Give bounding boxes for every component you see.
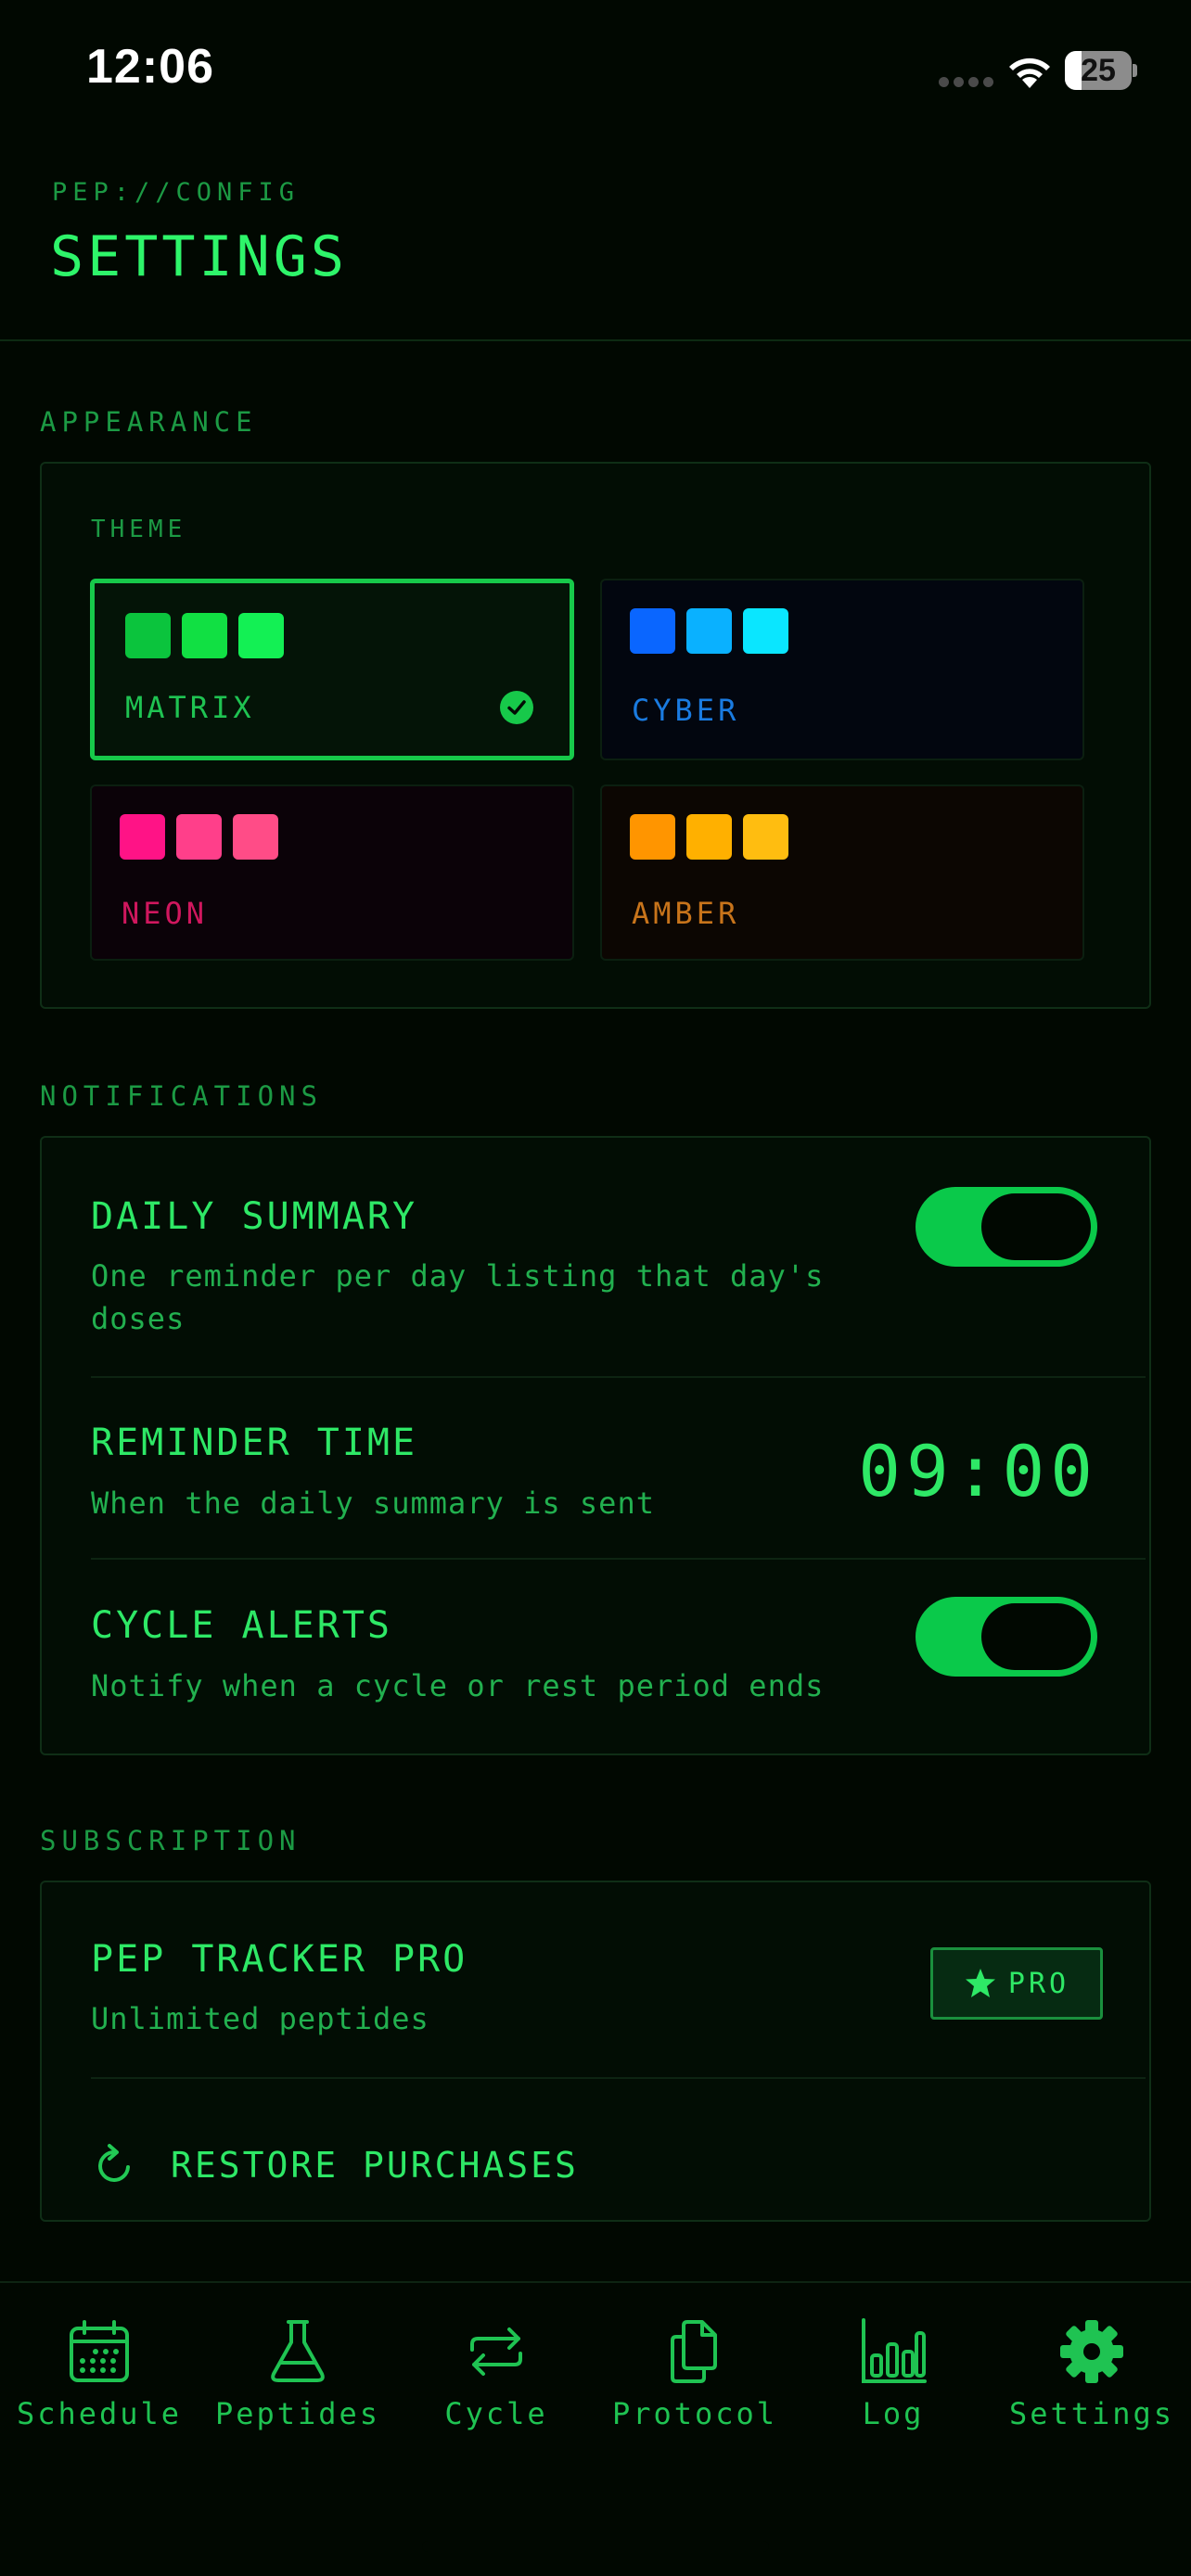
restore-purchases-label: RESTORE PURCHASES: [171, 2145, 579, 2186]
plan-title: PEP TRACKER PRO: [91, 1938, 468, 1981]
checkmark-icon: [500, 691, 533, 724]
swatch: [233, 814, 278, 860]
page-title: SETTINGS: [50, 224, 348, 289]
tab-label: Cycle: [444, 2396, 548, 2431]
tab-cycle[interactable]: Cycle: [397, 2316, 596, 2431]
cellular-signal-icon: [939, 77, 993, 87]
swatch: [176, 814, 222, 860]
divider: [91, 2077, 1146, 2079]
swatch: [630, 814, 675, 860]
theme-name: MATRIX: [125, 690, 255, 725]
theme-option-matrix[interactable]: MATRIX: [90, 579, 574, 760]
tab-protocol[interactable]: Protocol: [596, 2316, 794, 2431]
swatch: [743, 814, 788, 860]
bar-chart-icon: [862, 2318, 927, 2383]
page-header: PEP://CONFIG SETTINGS: [0, 139, 1191, 341]
toggle-knob: [981, 1603, 1091, 1670]
swatch: [120, 814, 165, 860]
theme-swatches: [630, 608, 788, 654]
theme-option-neon[interactable]: NEON: [90, 784, 574, 961]
theme-name: AMBER: [632, 896, 740, 931]
settings-screen: 12:06 25 PEP://CONFIG SETTINGS APPEARANC…: [0, 0, 1191, 2576]
wifi-icon: [1009, 57, 1050, 88]
swatch: [686, 814, 732, 860]
swatch: [238, 613, 284, 658]
tab-label: Settings: [1008, 2396, 1175, 2431]
divider: [91, 1558, 1146, 1560]
subscription-card: PEP TRACKER PRO Unlimited peptides PRO R…: [40, 1881, 1151, 2222]
cycle-alerts-title: CYCLE ALERTS: [91, 1604, 392, 1647]
daily-summary-title: DAILY SUMMARY: [91, 1195, 418, 1238]
theme-swatches: [120, 814, 278, 860]
toggle-knob: [981, 1193, 1091, 1260]
appearance-card: THEME MATRIX CYBER NEON AMBER: [40, 462, 1151, 1009]
theme-name: CYBER: [632, 693, 740, 728]
theme-option-amber[interactable]: AMBER: [600, 784, 1084, 961]
subscription-section-title: SUBSCRIPTION: [40, 1825, 301, 1856]
theme-name: NEON: [122, 896, 209, 931]
swatch: [182, 613, 227, 658]
status-bar: 12:06 25: [0, 0, 1191, 139]
home-indicator: [422, 2541, 769, 2552]
documents-icon: [671, 2320, 717, 2383]
theme-option-cyber[interactable]: CYBER: [600, 579, 1084, 760]
header-eyebrow: PEP://CONFIG: [52, 178, 301, 207]
swatch: [630, 608, 675, 654]
tab-peptides[interactable]: Peptides: [198, 2316, 397, 2431]
theme-swatches: [125, 613, 284, 658]
star-icon: [965, 1969, 995, 1997]
tab-label: Protocol: [611, 2396, 778, 2431]
tab-settings[interactable]: Settings: [992, 2316, 1191, 2431]
flask-icon: [271, 2320, 325, 2382]
battery-level: 25: [1081, 53, 1116, 88]
refresh-icon: [98, 2144, 130, 2182]
divider: [91, 1376, 1146, 1378]
cycle-alerts-toggle[interactable]: [916, 1597, 1097, 1677]
reminder-time-title: REMINDER TIME: [91, 1422, 418, 1464]
calendar-icon: [70, 2320, 129, 2382]
tab-label: Schedule: [16, 2396, 183, 2431]
tab-bar: Schedule Peptides Cycle Protocol Log Set…: [0, 2281, 1191, 2576]
notifications-card: DAILY SUMMARY One reminder per day listi…: [40, 1136, 1151, 1755]
swatch: [686, 608, 732, 654]
gear-icon: [1060, 2320, 1123, 2383]
restore-purchases-button[interactable]: RESTORE PURCHASES: [91, 2133, 579, 2198]
theme-label: THEME: [91, 516, 187, 543]
reminder-time-value[interactable]: 09:00: [858, 1430, 1098, 1512]
swatch: [125, 613, 171, 658]
tab-schedule[interactable]: Schedule: [0, 2316, 198, 2431]
tab-label: Log: [862, 2396, 925, 2431]
reminder-time-description: When the daily summary is sent: [91, 1486, 655, 1521]
repeat-icon: [470, 2327, 522, 2376]
pro-badge: PRO: [930, 1947, 1103, 2020]
battery-icon: 25: [1065, 51, 1137, 90]
theme-swatches: [630, 814, 788, 860]
status-time: 12:06: [86, 40, 214, 94]
pro-badge-label: PRO: [1007, 1967, 1070, 2000]
swatch: [743, 608, 788, 654]
tab-log[interactable]: Log: [794, 2316, 992, 2431]
cycle-alerts-description: Notify when a cycle or rest period ends: [91, 1668, 825, 1703]
notifications-section-title: NOTIFICATIONS: [40, 1080, 323, 1112]
daily-summary-description: One reminder per day listing that day's …: [91, 1258, 825, 1336]
appearance-section-title: APPEARANCE: [40, 406, 258, 438]
plan-description: Unlimited peptides: [91, 2001, 429, 2036]
tab-label: Peptides: [214, 2396, 381, 2431]
daily-summary-toggle[interactable]: [916, 1187, 1097, 1267]
